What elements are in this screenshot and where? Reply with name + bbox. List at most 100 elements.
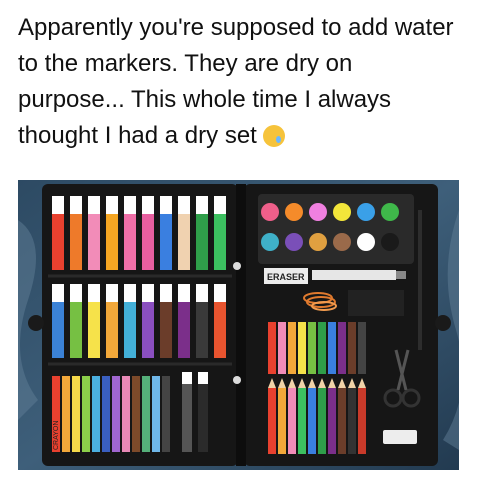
colored-pencil	[348, 388, 356, 454]
paint-cake	[333, 233, 351, 251]
marker-cap	[196, 196, 208, 216]
marker	[88, 302, 100, 358]
crying-face-emoji-icon	[262, 125, 285, 147]
hinge	[233, 376, 241, 384]
crayon	[122, 376, 130, 452]
marker-cap	[178, 196, 190, 216]
crayon	[82, 376, 90, 452]
marker-cap	[106, 284, 118, 304]
colored-pencil	[358, 322, 366, 374]
marker-cap	[52, 284, 64, 304]
marker-cap	[198, 372, 208, 384]
paint-cake	[285, 203, 303, 221]
paint-cake	[285, 233, 303, 251]
marker	[52, 214, 64, 270]
crayon	[132, 376, 140, 452]
marker-cap	[142, 284, 154, 304]
colored-pencil	[278, 322, 286, 374]
hinge	[233, 262, 241, 270]
white-eraser	[383, 430, 417, 444]
marker-cap	[214, 284, 226, 304]
marker	[124, 302, 136, 358]
marker	[106, 214, 118, 270]
marker-cap	[160, 196, 172, 216]
marker-cap	[196, 284, 208, 304]
marker	[214, 214, 226, 270]
eraser-label: ERASER	[267, 272, 305, 282]
marker-cap	[106, 196, 118, 216]
marker-cap	[124, 196, 136, 216]
colored-pencil	[308, 322, 316, 374]
crayon	[72, 376, 80, 452]
crayon-row: CRAYON	[52, 372, 208, 452]
crayon	[92, 376, 100, 452]
post-caption: Apparently you're supposed to add water …	[18, 10, 458, 154]
sharpener-slot	[348, 290, 404, 316]
marker-cap	[178, 284, 190, 304]
marker	[52, 302, 64, 358]
marker-cap	[70, 284, 82, 304]
marker-cap	[70, 196, 82, 216]
marker	[178, 214, 190, 270]
colored-pencil	[318, 322, 326, 374]
marker-cap	[182, 372, 192, 384]
colored-pencil	[288, 388, 296, 454]
colored-pencil	[268, 388, 276, 454]
colored-pencil	[288, 322, 296, 374]
colored-pencil	[318, 388, 326, 454]
paint-cake	[381, 233, 399, 251]
marker-cap	[214, 196, 226, 216]
colored-pencil	[298, 322, 306, 374]
colored-pencil	[338, 322, 346, 374]
ruler	[312, 270, 396, 280]
black-marker	[198, 376, 208, 452]
paint-cake	[309, 203, 327, 221]
marker	[196, 302, 208, 358]
colored-pencil	[348, 322, 356, 374]
marker-cap	[52, 196, 64, 216]
colored-pencil	[328, 388, 336, 454]
crayon	[112, 376, 120, 452]
crayon	[102, 376, 110, 452]
paint-cake	[309, 233, 327, 251]
marker	[142, 302, 154, 358]
paint-cake	[357, 233, 375, 251]
crayon-label: CRAYON	[53, 421, 60, 450]
crayon	[62, 376, 70, 452]
marker	[106, 302, 118, 358]
marker	[196, 214, 208, 270]
marker	[160, 302, 172, 358]
colored-pencil	[308, 388, 316, 454]
marker	[70, 214, 82, 270]
crayon	[142, 376, 150, 452]
marker	[88, 214, 100, 270]
crayon	[162, 376, 170, 452]
marker	[124, 214, 136, 270]
colored-pencil	[328, 322, 336, 374]
colored-pencil	[338, 388, 346, 454]
art-set-photo: CRAYON ERASER	[18, 180, 459, 470]
marker	[142, 214, 154, 270]
marker	[214, 302, 226, 358]
paint-cake	[261, 233, 279, 251]
marker	[70, 302, 82, 358]
paint-cake	[333, 203, 351, 221]
marker-cap	[88, 196, 100, 216]
paint-cake	[261, 203, 279, 221]
paint-cake	[357, 203, 375, 221]
crayon	[152, 376, 160, 452]
marker	[178, 302, 190, 358]
gray-marker	[182, 376, 192, 452]
marker-cap	[160, 284, 172, 304]
colored-pencil	[298, 388, 306, 454]
colored-pencil	[358, 388, 366, 454]
marker-cap	[142, 196, 154, 216]
caption-text: Apparently you're supposed to add water …	[18, 14, 454, 149]
colored-pencil	[268, 322, 276, 374]
paint-cake	[381, 203, 399, 221]
marker-cap	[88, 284, 100, 304]
paint-brush	[418, 210, 422, 350]
marker-cap	[124, 284, 136, 304]
colored-pencil	[278, 388, 286, 454]
marker	[160, 214, 172, 270]
